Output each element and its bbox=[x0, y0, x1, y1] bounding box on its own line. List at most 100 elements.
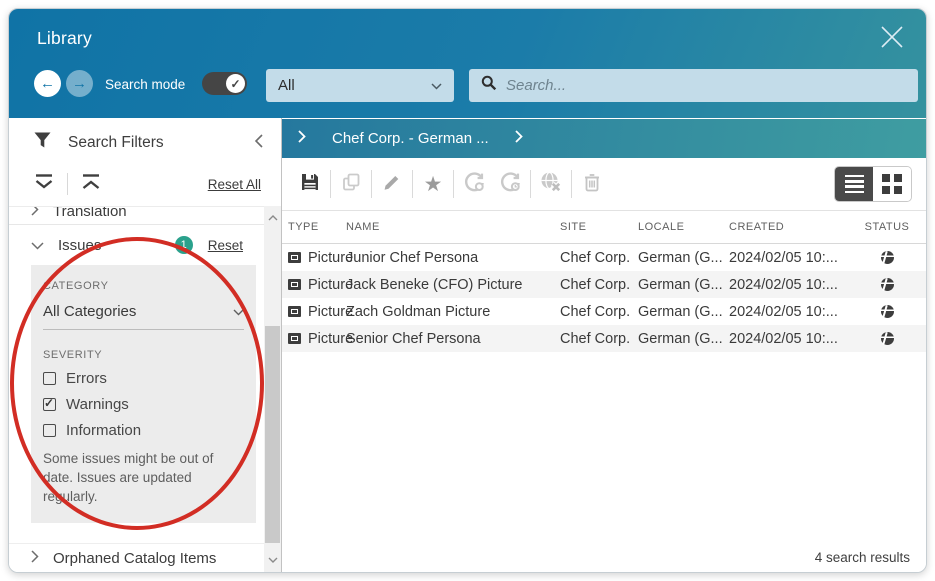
row-site: Chef Corp. bbox=[560, 331, 638, 347]
row-name: Zach Goldman Picture bbox=[346, 304, 560, 320]
row-site: Chef Corp. bbox=[560, 250, 638, 266]
row-created: 2024/02/05 10:... bbox=[729, 250, 861, 266]
save-button[interactable] bbox=[292, 168, 328, 200]
picture-type-icon bbox=[288, 333, 301, 344]
divider bbox=[453, 170, 454, 198]
checkbox-label: Warnings bbox=[66, 396, 129, 413]
filter-section-orphaned-catalog-items[interactable]: Orphaned Catalog Items bbox=[9, 543, 264, 572]
grid-view-button[interactable] bbox=[873, 167, 911, 201]
scroll-up-icon[interactable] bbox=[264, 210, 281, 226]
delete-button[interactable] bbox=[574, 168, 610, 200]
filter-section-issues[interactable]: Issues 1 Reset bbox=[9, 225, 264, 265]
filter-section-translation[interactable]: Translation bbox=[9, 206, 264, 225]
issues-title: Issues bbox=[58, 237, 101, 254]
sidebar-scrollbar[interactable] bbox=[264, 206, 281, 572]
information-checkbox[interactable]: ✓ bbox=[43, 424, 56, 437]
column-header-status[interactable]: STATUS bbox=[861, 221, 913, 233]
picture-type-icon bbox=[288, 252, 301, 263]
window-header: Library ← → Search mode ✓ All bbox=[9, 9, 926, 118]
severity-option-warnings[interactable]: ✓ Warnings bbox=[43, 396, 244, 413]
scroll-down-icon[interactable] bbox=[264, 552, 281, 568]
star-icon: ★ bbox=[424, 174, 443, 195]
publication-status-icon bbox=[881, 332, 894, 345]
check-icon: ✓ bbox=[230, 77, 240, 91]
divider bbox=[530, 170, 531, 198]
table-row[interactable]: Picture Senior Chef Persona Chef Corp. G… bbox=[282, 325, 926, 352]
search-icon bbox=[481, 75, 497, 96]
chevron-right-icon bbox=[31, 206, 39, 220]
sync-clock-icon bbox=[498, 170, 522, 199]
breadcrumb-item[interactable]: Chef Corp. - German ... bbox=[332, 130, 489, 147]
copy-button[interactable] bbox=[333, 168, 369, 200]
divider bbox=[330, 170, 331, 198]
table-row[interactable]: Picture Zach Goldman Picture Chef Corp. … bbox=[282, 298, 926, 325]
chevron-right-icon bbox=[31, 550, 39, 567]
column-header-name[interactable]: NAME bbox=[346, 221, 560, 233]
search-results-count: 4 search results bbox=[815, 550, 910, 565]
divider bbox=[571, 170, 572, 198]
row-name: Jack Beneke (CFO) Picture bbox=[346, 277, 560, 293]
row-locale: German (G... bbox=[638, 304, 729, 320]
withdraw-button[interactable] bbox=[533, 168, 569, 200]
severity-option-errors[interactable]: ✓ Errors bbox=[43, 370, 244, 387]
issues-note: Some issues might be out of date. Issues… bbox=[43, 450, 246, 507]
pencil-icon bbox=[381, 171, 403, 198]
window-title: Library bbox=[37, 28, 92, 49]
issues-reset-link[interactable]: Reset bbox=[208, 238, 243, 253]
row-created: 2024/02/05 10:... bbox=[729, 304, 861, 320]
edit-button[interactable] bbox=[374, 168, 410, 200]
column-header-locale[interactable]: LOCALE bbox=[638, 221, 729, 233]
severity-option-information[interactable]: ✓ Information bbox=[43, 422, 244, 439]
forward-arrow-icon: → bbox=[72, 75, 87, 92]
category-dropdown[interactable]: All Categories bbox=[43, 303, 244, 330]
list-view-icon bbox=[845, 175, 864, 194]
row-site: Chef Corp. bbox=[560, 304, 638, 320]
back-button[interactable]: ← bbox=[34, 70, 61, 97]
results-toolbar: ★ bbox=[282, 158, 926, 211]
forward-button[interactable]: → bbox=[66, 70, 93, 97]
search-mode-toggle[interactable]: ✓ bbox=[202, 72, 247, 95]
chevron-right-icon[interactable] bbox=[515, 130, 523, 148]
publication-status-icon bbox=[881, 251, 894, 264]
search-mode-label: Search mode bbox=[105, 77, 185, 92]
errors-checkbox[interactable]: ✓ bbox=[43, 372, 56, 385]
filters-list: Translation Issues 1 Reset CATEGORY All … bbox=[9, 206, 264, 572]
reset-all-link[interactable]: Reset All bbox=[208, 177, 261, 192]
scrollbar-thumb[interactable] bbox=[265, 326, 280, 543]
toggle-knob: ✓ bbox=[226, 74, 245, 93]
column-header-created[interactable]: CREATED bbox=[729, 221, 861, 233]
library-window: Library ← → Search mode ✓ All bbox=[8, 8, 927, 573]
warnings-checkbox[interactable]: ✓ bbox=[43, 398, 56, 411]
expand-all-icon[interactable] bbox=[33, 173, 55, 196]
row-site: Chef Corp. bbox=[560, 277, 638, 293]
close-button[interactable] bbox=[874, 21, 910, 57]
search-field[interactable] bbox=[469, 69, 918, 102]
document-type-value: All bbox=[278, 77, 295, 94]
filter-section-label: Orphaned Catalog Items bbox=[53, 550, 216, 567]
favorite-button[interactable]: ★ bbox=[415, 168, 451, 200]
column-header-type[interactable]: TYPE bbox=[282, 221, 346, 233]
search-input[interactable] bbox=[506, 77, 906, 94]
table-row[interactable]: Picture Jack Beneke (CFO) Picture Chef C… bbox=[282, 271, 926, 298]
filter-funnel-icon bbox=[33, 131, 52, 155]
row-locale: German (G... bbox=[638, 250, 729, 266]
sync-circle-icon bbox=[462, 170, 486, 199]
divider bbox=[67, 173, 68, 195]
close-icon bbox=[877, 22, 907, 57]
picture-type-icon bbox=[288, 279, 301, 290]
chevron-down-icon bbox=[31, 237, 44, 254]
chevron-right-icon[interactable] bbox=[298, 130, 306, 148]
publication-status-icon bbox=[881, 278, 894, 291]
schedule-publish-button[interactable] bbox=[492, 168, 528, 200]
table-row[interactable]: Picture Junior Chef Persona Chef Corp. G… bbox=[282, 244, 926, 271]
document-type-dropdown[interactable]: All bbox=[266, 69, 454, 102]
list-view-button[interactable] bbox=[835, 167, 873, 201]
column-header-site[interactable]: SITE bbox=[560, 221, 638, 233]
collapse-all-icon[interactable] bbox=[80, 173, 102, 196]
publish-button[interactable] bbox=[456, 168, 492, 200]
collapse-sidebar-icon[interactable] bbox=[254, 134, 263, 153]
filter-section-label: Translation bbox=[53, 206, 127, 220]
copy-icon bbox=[340, 171, 362, 198]
checkbox-label: Information bbox=[66, 422, 141, 439]
row-created: 2024/02/05 10:... bbox=[729, 277, 861, 293]
